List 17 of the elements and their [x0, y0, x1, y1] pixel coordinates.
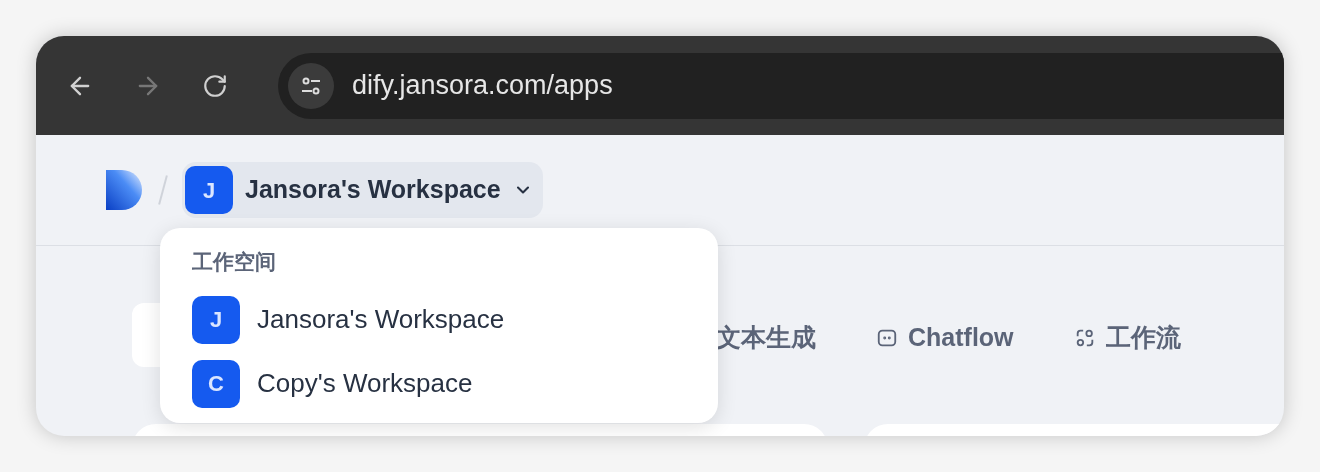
reload-button[interactable] — [202, 72, 228, 99]
menu-heading: 工作空间 — [192, 249, 277, 275]
app-type-tab[interactable]: 工作流 — [1073, 319, 1181, 357]
address-bar[interactable]: dify.jansora.com/apps — [278, 52, 1284, 119]
workspace-menu-item[interactable]: J Jansora's Workspace — [192, 287, 686, 352]
workspace-avatar: J — [185, 166, 233, 214]
workspace-avatar: C — [192, 359, 240, 408]
app-type-tab[interactable]: 文本生成 — [716, 319, 816, 357]
workspace-name: Copy's Workspace — [257, 367, 473, 400]
workspace-menu-item[interactable]: C Copy's Workspace — [192, 351, 686, 416]
workspace-switcher[interactable]: J Jansora's Workspace — [182, 162, 543, 218]
logo-icon — [104, 168, 144, 212]
workspace-avatar: J — [192, 295, 240, 344]
app-type-tab[interactable]: Chatflow — [876, 319, 1014, 357]
workspace-name: Jansora's Workspace — [257, 303, 505, 336]
site-settings-icon[interactable] — [288, 62, 334, 109]
url-text: dify.jansora.com/apps — [352, 69, 613, 103]
